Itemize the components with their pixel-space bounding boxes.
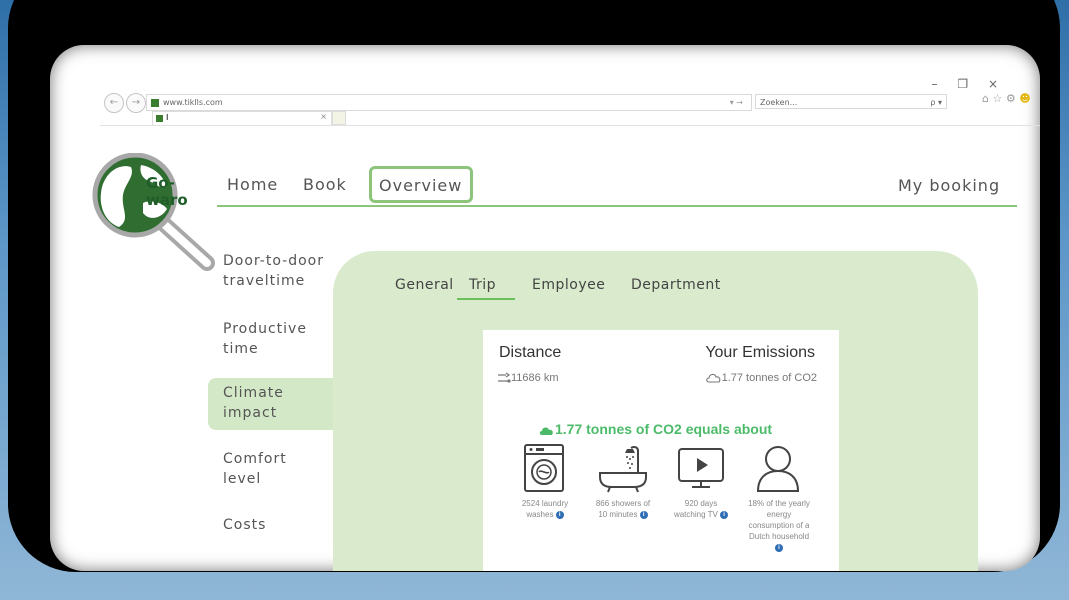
side-item-label: time [223, 341, 259, 357]
emissions-heading: Your Emissions [705, 344, 815, 361]
trip-card: Distance Your Emissions 11686 km 1.77 to… [483, 330, 839, 571]
side-item-label: Climate [223, 385, 284, 401]
side-item-costs[interactable]: Costs [223, 515, 266, 535]
equivalent-text: 920 days watching TV [673, 499, 718, 519]
cloud-green-icon [539, 427, 553, 435]
info-icon[interactable]: i [775, 543, 783, 552]
side-item-label: Comfort [223, 451, 287, 467]
logo-text-line2: waro [146, 191, 188, 209]
search-placeholder: Zoeken... [760, 98, 798, 107]
emissions-value-row: 1.77 tonnes of CO2 [705, 372, 817, 384]
minimize-button[interactable]: – [932, 77, 938, 91]
equivalent-text: 18% of the yearly energy consumption of … [748, 499, 810, 541]
side-item-label: impact [223, 405, 278, 421]
distance-icon [498, 372, 511, 383]
nav-book[interactable]: Book [303, 175, 347, 194]
window-controls: – ❐ × [916, 77, 998, 91]
site-favicon-icon [151, 98, 159, 107]
side-item-label: Door-to-door [223, 253, 324, 269]
side-item-label: traveltime [223, 273, 306, 289]
forward-arrow-icon: → [131, 97, 141, 108]
equivalent-label: 18% of the yearly energy consumption of … [747, 498, 811, 553]
logo-text-line1: Go- [146, 174, 175, 192]
search-icon[interactable]: ρ ▾ [930, 95, 942, 110]
distance-value: 11686 km [511, 372, 559, 384]
tab-employee[interactable]: Employee [532, 277, 605, 293]
equals-title-row: 1.77 tonnes of CO2 equals about [539, 421, 772, 437]
browser-window: – ❐ × ← → www.tiklls.com ▾ → Zoeken... ρ… [50, 45, 1040, 571]
close-button[interactable]: × [988, 77, 998, 91]
browser-search-box[interactable]: Zoeken... ρ ▾ [755, 94, 947, 109]
home-star-settings-icons[interactable]: ⌂ ☆ ⚙ [982, 92, 1016, 105]
browser-tab[interactable]: I × [152, 111, 332, 125]
cloud-outline-icon [705, 374, 720, 383]
info-icon[interactable]: i [639, 510, 648, 519]
browser-toolbar-icons: ⌂ ☆ ⚙ ☻ [982, 92, 1031, 105]
shower-icon [599, 446, 647, 493]
new-tab-button[interactable] [332, 111, 346, 125]
active-tab-underline [457, 298, 515, 300]
side-item-label: Productive [223, 321, 307, 337]
emissions-value: 1.77 tonnes of CO2 [721, 372, 817, 384]
restore-button[interactable]: ❐ [957, 77, 968, 91]
side-item-door-to-door[interactable]: Door-to-door traveltime [223, 251, 324, 291]
equivalent-label: 2524 laundry washes i [513, 498, 577, 520]
distance-value-row: 11686 km [497, 372, 559, 384]
tab-favicon-icon [156, 115, 163, 122]
tv-icon [678, 448, 724, 488]
side-item-label: Costs [223, 517, 267, 533]
nav-divider [217, 205, 1017, 207]
equals-title: 1.77 tonnes of CO2 equals about [555, 421, 773, 437]
back-arrow-icon: ← [109, 97, 119, 108]
tab-department[interactable]: Department [631, 277, 721, 293]
side-item-productive-time[interactable]: Productive time [223, 319, 307, 359]
refresh-go-icon[interactable]: ▾ → [730, 95, 743, 110]
side-item-comfort-level[interactable]: Comfort level [223, 449, 287, 489]
side-item-climate-impact[interactable]: Climate impact [223, 383, 284, 423]
forward-button[interactable]: → [126, 93, 146, 113]
address-bar[interactable]: www.tiklls.com ▾ → [146, 94, 752, 111]
feedback-smiley-icon[interactable]: ☻ [1019, 92, 1030, 105]
washing-machine-icon [524, 444, 564, 492]
tab-close-icon[interactable]: × [320, 112, 327, 121]
tab-trip[interactable]: Trip [469, 277, 496, 293]
nav-my-booking[interactable]: My booking [898, 176, 1000, 195]
goware-logo-icon[interactable] [83, 153, 243, 273]
tab-general[interactable]: General [395, 277, 454, 293]
info-icon[interactable]: i [555, 510, 564, 519]
nav-overview[interactable]: Overview [369, 166, 474, 203]
address-url: www.tiklls.com [163, 98, 223, 107]
person-icon [756, 446, 800, 492]
back-button[interactable]: ← [104, 93, 124, 113]
info-icon[interactable]: i [720, 510, 729, 519]
side-item-label: level [223, 471, 262, 487]
tab-title: I [166, 113, 169, 122]
nav-home[interactable]: Home [227, 175, 278, 194]
equivalent-label: 920 days watching TV i [669, 498, 733, 520]
logo-text[interactable]: Go- waro [146, 175, 188, 209]
distance-heading: Distance [499, 344, 562, 361]
equivalent-label: 866 showers of 10 minutes i [591, 498, 655, 520]
tab-strip: I × [100, 111, 1040, 126]
